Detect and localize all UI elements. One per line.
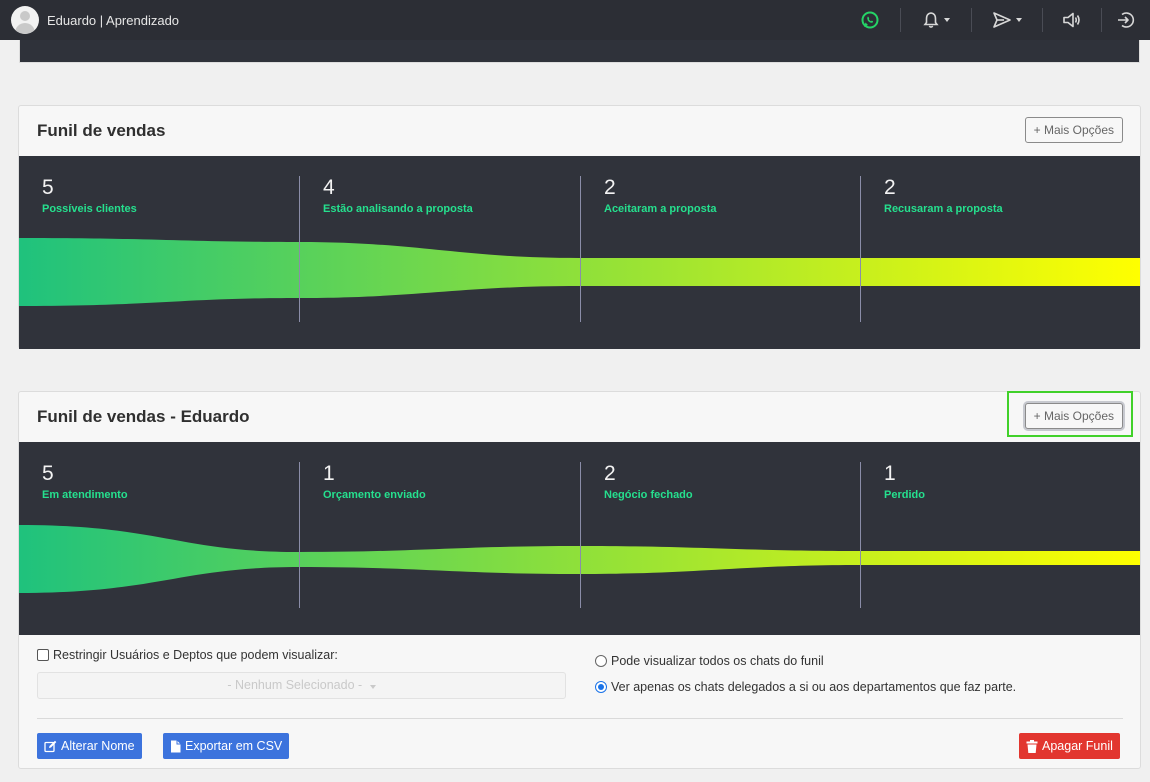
view-all-chats-option[interactable]: Pode visualizar todos os chats do funil bbox=[595, 654, 824, 668]
funnel-stage: 5 Em atendimento bbox=[42, 462, 128, 501]
delete-label: Apagar Funil bbox=[1042, 739, 1113, 753]
funnel-stage: 2 Recusaram a proposta bbox=[884, 176, 1003, 215]
funnel-stage: 5 Possíveis clientes bbox=[42, 176, 137, 215]
top-bar: Eduardo | Aprendizado bbox=[0, 0, 1150, 40]
more-options-button[interactable]: + Mais Opções bbox=[1024, 117, 1123, 143]
funnel-chart: 5 Possíveis clientes 4 Estão analisando … bbox=[19, 156, 1140, 349]
restrict-checkbox[interactable] bbox=[37, 649, 49, 661]
view-delegated-chats-option[interactable]: Ver apenas os chats delegados a si ou ao… bbox=[595, 680, 1016, 694]
stage-label: Estão analisando a proposta bbox=[323, 203, 473, 215]
funnel-stage: 4 Estão analisando a proposta bbox=[323, 176, 473, 215]
view-all-label: Pode visualizar todos os chats do funil bbox=[611, 654, 824, 668]
stage-count: 1 bbox=[884, 462, 896, 485]
file-icon bbox=[170, 740, 181, 753]
send-icon[interactable] bbox=[972, 0, 1042, 40]
stage-divider bbox=[860, 462, 861, 608]
funnel-stage: 2 Negócio fechado bbox=[604, 462, 693, 501]
whatsapp-icon[interactable] bbox=[840, 0, 900, 40]
funnel-stage: 1 Orçamento enviado bbox=[323, 462, 426, 501]
logout-icon[interactable] bbox=[1102, 0, 1150, 40]
view-delegated-radio[interactable] bbox=[595, 681, 607, 693]
stage-label: Em atendimento bbox=[42, 489, 128, 501]
export-label: Exportar em CSV bbox=[185, 739, 283, 753]
stage-divider bbox=[580, 176, 581, 322]
delete-funnel-button[interactable]: Apagar Funil bbox=[1019, 733, 1120, 759]
stage-divider bbox=[860, 176, 861, 322]
stage-label: Orçamento enviado bbox=[323, 489, 426, 501]
users-departments-select[interactable]: - Nenhum Selecionado - bbox=[37, 672, 566, 699]
bell-icon[interactable] bbox=[901, 0, 971, 40]
rename-button[interactable]: Alterar Nome bbox=[37, 733, 142, 759]
view-all-radio[interactable] bbox=[595, 655, 607, 667]
funnel-settings: Restringir Usuários e Deptos que podem v… bbox=[19, 635, 1140, 769]
stage-label: Negócio fechado bbox=[604, 489, 693, 501]
chevron-down-icon bbox=[369, 685, 376, 689]
edit-icon bbox=[44, 740, 57, 753]
rename-label: Alterar Nome bbox=[61, 739, 135, 753]
user-avatar[interactable] bbox=[11, 6, 39, 34]
stage-count: 5 bbox=[42, 176, 54, 199]
stage-count: 2 bbox=[604, 176, 616, 199]
stage-count: 5 bbox=[42, 462, 54, 485]
stage-label: Aceitaram a proposta bbox=[604, 203, 717, 215]
stage-label: Possíveis clientes bbox=[42, 203, 137, 215]
more-options-button[interactable]: + Mais Opções bbox=[1024, 403, 1123, 429]
stage-count: 2 bbox=[604, 462, 616, 485]
divider bbox=[37, 718, 1123, 719]
funnel-stage: 2 Aceitaram a proposta bbox=[604, 176, 716, 215]
card-title: Funil de vendas - Eduardo bbox=[37, 407, 250, 426]
card-header: Funil de vendas - Eduardo + Mais Opções bbox=[19, 391, 1140, 442]
view-delegated-label: Ver apenas os chats delegados a si ou ao… bbox=[611, 680, 1017, 694]
stage-count: 2 bbox=[884, 176, 896, 199]
stage-count: 1 bbox=[323, 462, 335, 485]
funnel-stage: 1 Perdido bbox=[884, 462, 925, 501]
funnel-card: Funil de vendas + Mais Opções 5 Possívei… bbox=[18, 105, 1141, 349]
stage-divider bbox=[299, 462, 300, 608]
stage-count: 4 bbox=[323, 176, 335, 199]
select-placeholder: - Nenhum Selecionado - bbox=[227, 678, 363, 692]
top-icons bbox=[840, 0, 1150, 40]
funnel-chart: 5 Em atendimento 1 Orçamento enviado 2 N… bbox=[19, 442, 1140, 635]
stage-label: Recusaram a proposta bbox=[884, 203, 1003, 215]
funnel-card-eduardo: Funil de vendas - Eduardo + Mais Opções … bbox=[18, 391, 1141, 769]
stage-divider bbox=[299, 176, 300, 322]
speaker-icon[interactable] bbox=[1043, 0, 1101, 40]
restrict-visibility-row[interactable]: Restringir Usuários e Deptos que podem v… bbox=[37, 648, 338, 662]
card-header: Funil de vendas + Mais Opções bbox=[19, 106, 1140, 156]
stage-label: Perdido bbox=[884, 489, 925, 501]
restrict-label: Restringir Usuários e Deptos que podem v… bbox=[53, 648, 338, 662]
stage-divider bbox=[580, 462, 581, 608]
previous-panel-remnant bbox=[19, 40, 1140, 63]
export-csv-button[interactable]: Exportar em CSV bbox=[163, 733, 290, 759]
card-title: Funil de vendas bbox=[37, 121, 166, 140]
app-title: Eduardo | Aprendizado bbox=[47, 12, 180, 28]
trash-icon bbox=[1026, 739, 1038, 753]
